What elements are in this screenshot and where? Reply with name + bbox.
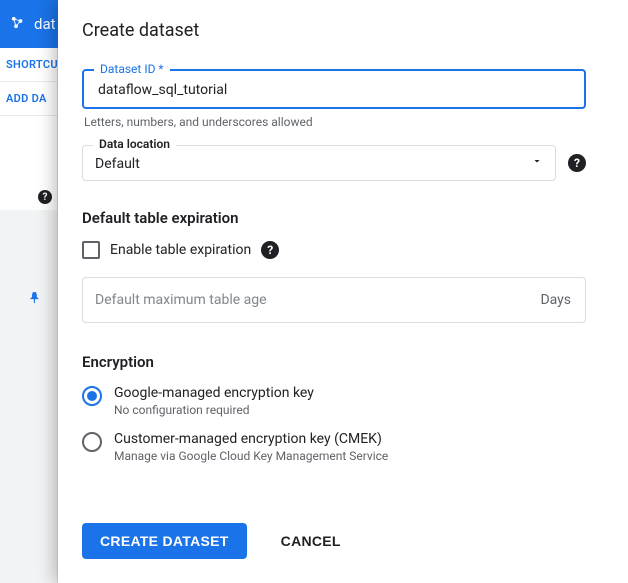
- create-dataset-button[interactable]: CREATE DATASET: [82, 523, 247, 559]
- data-location-label: Data location: [93, 137, 176, 151]
- encryption-google-title: Google-managed encryption key: [114, 385, 314, 401]
- dataset-id-helper: Letters, numbers, and underscores allowe…: [84, 115, 584, 129]
- bg-topbar-text: dat: [34, 15, 56, 33]
- bg-add-data-link[interactable]: ADD DA: [0, 82, 57, 116]
- help-icon[interactable]: ?: [38, 190, 52, 204]
- encryption-google-sub: No configuration required: [114, 403, 314, 417]
- data-location-select[interactable]: Data location Default: [82, 145, 556, 181]
- bg-shortcuts-link[interactable]: SHORTCU: [0, 48, 57, 82]
- encryption-section-title: Encryption: [82, 353, 586, 371]
- encryption-google-radio[interactable]: [82, 386, 102, 406]
- location-help-icon[interactable]: ?: [568, 154, 586, 172]
- encryption-cmek-sub: Manage via Google Cloud Key Management S…: [114, 449, 388, 463]
- dataset-id-input[interactable]: [96, 81, 572, 99]
- bg-side-grayzone: [0, 210, 58, 583]
- enable-expiration-checkbox[interactable]: [82, 241, 100, 259]
- dataset-id-field[interactable]: Dataset ID *: [82, 69, 586, 109]
- encryption-cmek-radio[interactable]: [82, 432, 102, 452]
- max-table-age-input[interactable]: [83, 278, 526, 322]
- create-dataset-panel: Create dataset Dataset ID * Letters, num…: [58, 0, 628, 583]
- product-logo-icon: [10, 15, 28, 33]
- data-location-value: Default: [95, 152, 543, 174]
- pin-icon[interactable]: [28, 290, 42, 309]
- dataset-id-label: Dataset ID *: [94, 62, 170, 76]
- enable-expiration-label: Enable table expiration: [110, 242, 251, 258]
- panel-title: Create dataset: [82, 20, 586, 41]
- expiration-help-icon[interactable]: ?: [261, 241, 279, 259]
- chevron-down-icon: [531, 155, 543, 171]
- expiration-section-title: Default table expiration: [82, 209, 586, 227]
- cancel-button[interactable]: CANCEL: [275, 532, 347, 550]
- encryption-cmek-title: Customer-managed encryption key (CMEK): [114, 431, 388, 447]
- max-table-age-unit: Days: [526, 292, 585, 308]
- max-table-age-field[interactable]: Days: [82, 277, 586, 323]
